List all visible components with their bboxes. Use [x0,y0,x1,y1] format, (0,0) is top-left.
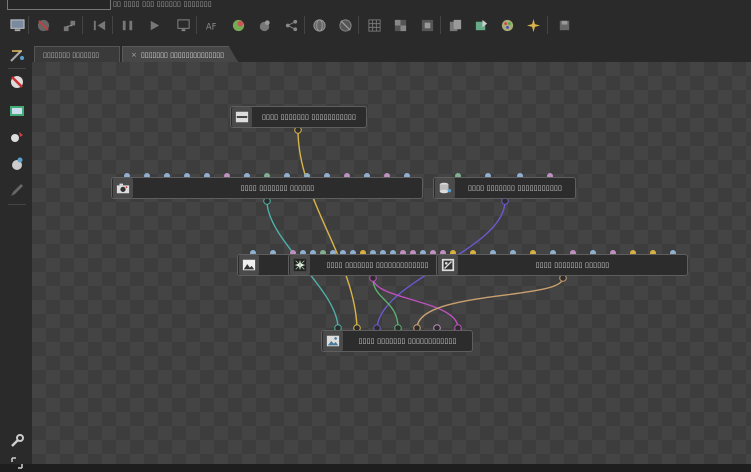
tab-strip: ▯▯▯▯▯▯▯ ▯▯▯▯▯▯▯ × ▯▯▯▯▯▯▯ ▯▯▯▯▯▯▯▯▯▯▯▯▯▯ [32,42,751,62]
tool-wand-icon[interactable] [8,46,26,64]
image-icon [239,255,259,275]
pause-icon[interactable] [118,16,136,34]
palette-icon[interactable] [498,16,516,34]
tab-label: ▯▯▯▯▯▯▯ ▯▯▯▯▯▯▯ [43,51,100,59]
wrench-icon[interactable] [8,432,26,450]
node-label: ▯▯▯▯ ▯▯▯▯▯▯▯ ▯▯▯▯▯▯▯▯▯▯▯▯ [358,337,457,345]
globe-off-icon[interactable] [336,16,354,34]
no-cache-icon[interactable] [8,73,26,91]
display-icon [232,107,252,127]
skip-back-icon[interactable] [90,16,108,34]
material-sphere-icon[interactable] [8,155,26,173]
node-filter[interactable]: ▯▯▯▯ ▯▯▯▯▯▯▯ ▯▯▯▯▯▯ [436,254,688,276]
globe-icon[interactable] [310,16,328,34]
sphere-gear-icon[interactable] [255,16,273,34]
title-field[interactable] [7,0,111,10]
pen-icon[interactable] [8,181,26,199]
grid-icon[interactable] [365,16,383,34]
expand-icon[interactable] [8,454,26,472]
sphere-color-icon[interactable] [229,16,247,34]
node-label: ▯▯▯▯ ▯▯▯▯▯▯▯ ▯▯▯▯▯▯▯▯▯▯▯ [468,184,562,192]
node-label: ▯▯▯▯ ▯▯▯▯▯▯▯ ▯▯▯▯▯▯ [240,184,315,192]
node-label: ▯▯▯▯ ▯▯▯▯▯▯▯ ▯▯▯▯▯▯▯▯▯▯▯▯▯ [326,261,429,269]
node-render-target[interactable]: ▯▯▯▯ ▯▯▯▯▯▯▯ ▯▯▯▯▯▯▯▯▯▯▯▯ [321,330,473,352]
left-toolbar [0,42,33,469]
network-icon[interactable] [60,16,78,34]
tab-label: ▯▯▯▯▯▯▯ ▯▯▯▯▯▯▯▯▯▯▯▯▯▯ [140,51,224,59]
database-icon [435,178,455,198]
checker-icon[interactable] [391,16,409,34]
display-icon[interactable] [174,16,192,34]
filter-icon [438,255,458,275]
close-icon[interactable]: × [131,47,137,62]
window-title: ▯▯ ▯▯▯▯ ▯▯▯ ▯▯▯▯▯▯ ▯▯▯▯▯▯▯ [113,0,212,8]
checker-alt-icon[interactable] [418,16,436,34]
node-tree-icon[interactable] [282,16,300,34]
camera-icon [113,178,133,198]
tab-inactive[interactable]: ▯▯▯▯▯▯▯ ▯▯▯▯▯▯▯ [34,46,120,62]
copy-icon[interactable] [446,16,464,34]
node-camera[interactable]: ▯▯▯▯ ▯▯▯▯▯▯▯ ▯▯▯▯▯▯ [111,177,423,199]
render-target-icon [323,331,343,351]
play-icon[interactable] [145,16,163,34]
top-toolbar: ▯▯ ▯▯▯▯ ▯▯▯ ▯▯▯▯▯▯ ▯▯▯▯▯▯▯ AF [0,0,751,43]
monitor-icon[interactable] [8,16,26,34]
node-label: ▯▯▯▯ ▯▯▯▯▯▯▯ ▯▯▯▯▯▯ [535,261,610,269]
save-icon[interactable] [555,16,573,34]
tab-active[interactable]: × ▯▯▯▯▯▯▯ ▯▯▯▯▯▯▯▯▯▯▯▯▯▯ [122,46,238,62]
svg-text:AF: AF [205,21,216,31]
node-label: ▯▯▯▯ ▯▯▯▯▯▯▯ ▯▯▯▯▯▯▯▯▯▯▯ [262,113,356,121]
sparkle-icon[interactable] [524,16,542,34]
light-bulb-icon[interactable] [8,128,26,146]
render-icon[interactable] [8,102,26,120]
text-af-icon[interactable]: AF [202,16,220,34]
star-burst-icon [290,255,310,275]
node-star-burst[interactable]: ▯▯▯▯ ▯▯▯▯▯▯▯ ▯▯▯▯▯▯▯▯▯▯▯▯▯ [288,254,446,276]
no-cache-icon[interactable] [34,16,52,34]
export-icon[interactable] [472,16,490,34]
node-display[interactable]: ▯▯▯▯ ▯▯▯▯▯▯▯ ▯▯▯▯▯▯▯▯▯▯▯ [230,106,367,128]
node-database[interactable]: ▯▯▯▯ ▯▯▯▯▯▯▯ ▯▯▯▯▯▯▯▯▯▯▯ [433,177,576,199]
